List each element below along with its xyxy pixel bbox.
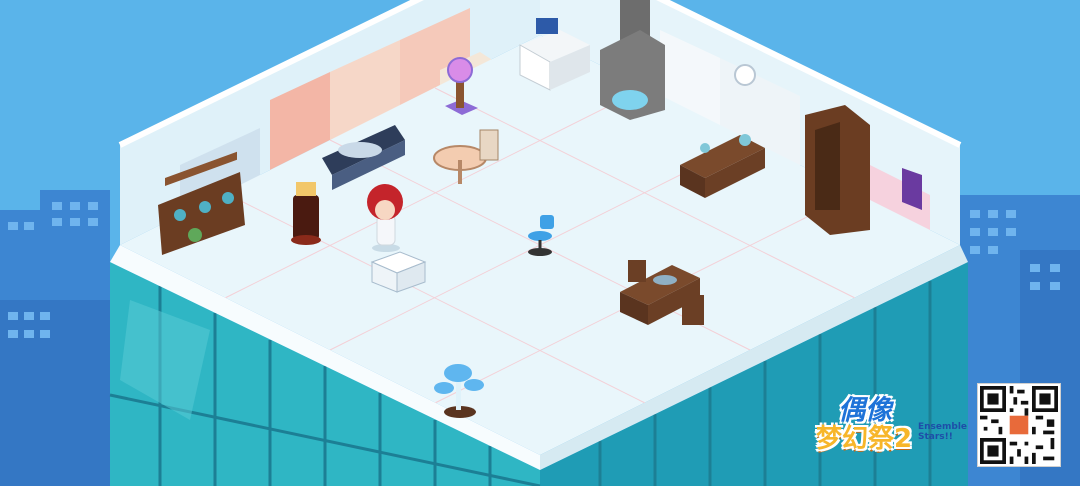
logo-stars-text: Stars!! [918,432,953,442]
logo-dream-fest-text: 梦幻祭2 [816,424,913,454]
logo-english: Ensemble Stars!! [918,422,968,442]
game-logo: 偶像 梦幻祭2 Ensemble Stars!! [812,388,967,472]
logo-ensemble-text: Ensemble [918,422,968,432]
tall-bookcase[interactable] [805,105,870,235]
qr-code[interactable] [978,384,1060,466]
qr-center-logo [1009,415,1029,435]
